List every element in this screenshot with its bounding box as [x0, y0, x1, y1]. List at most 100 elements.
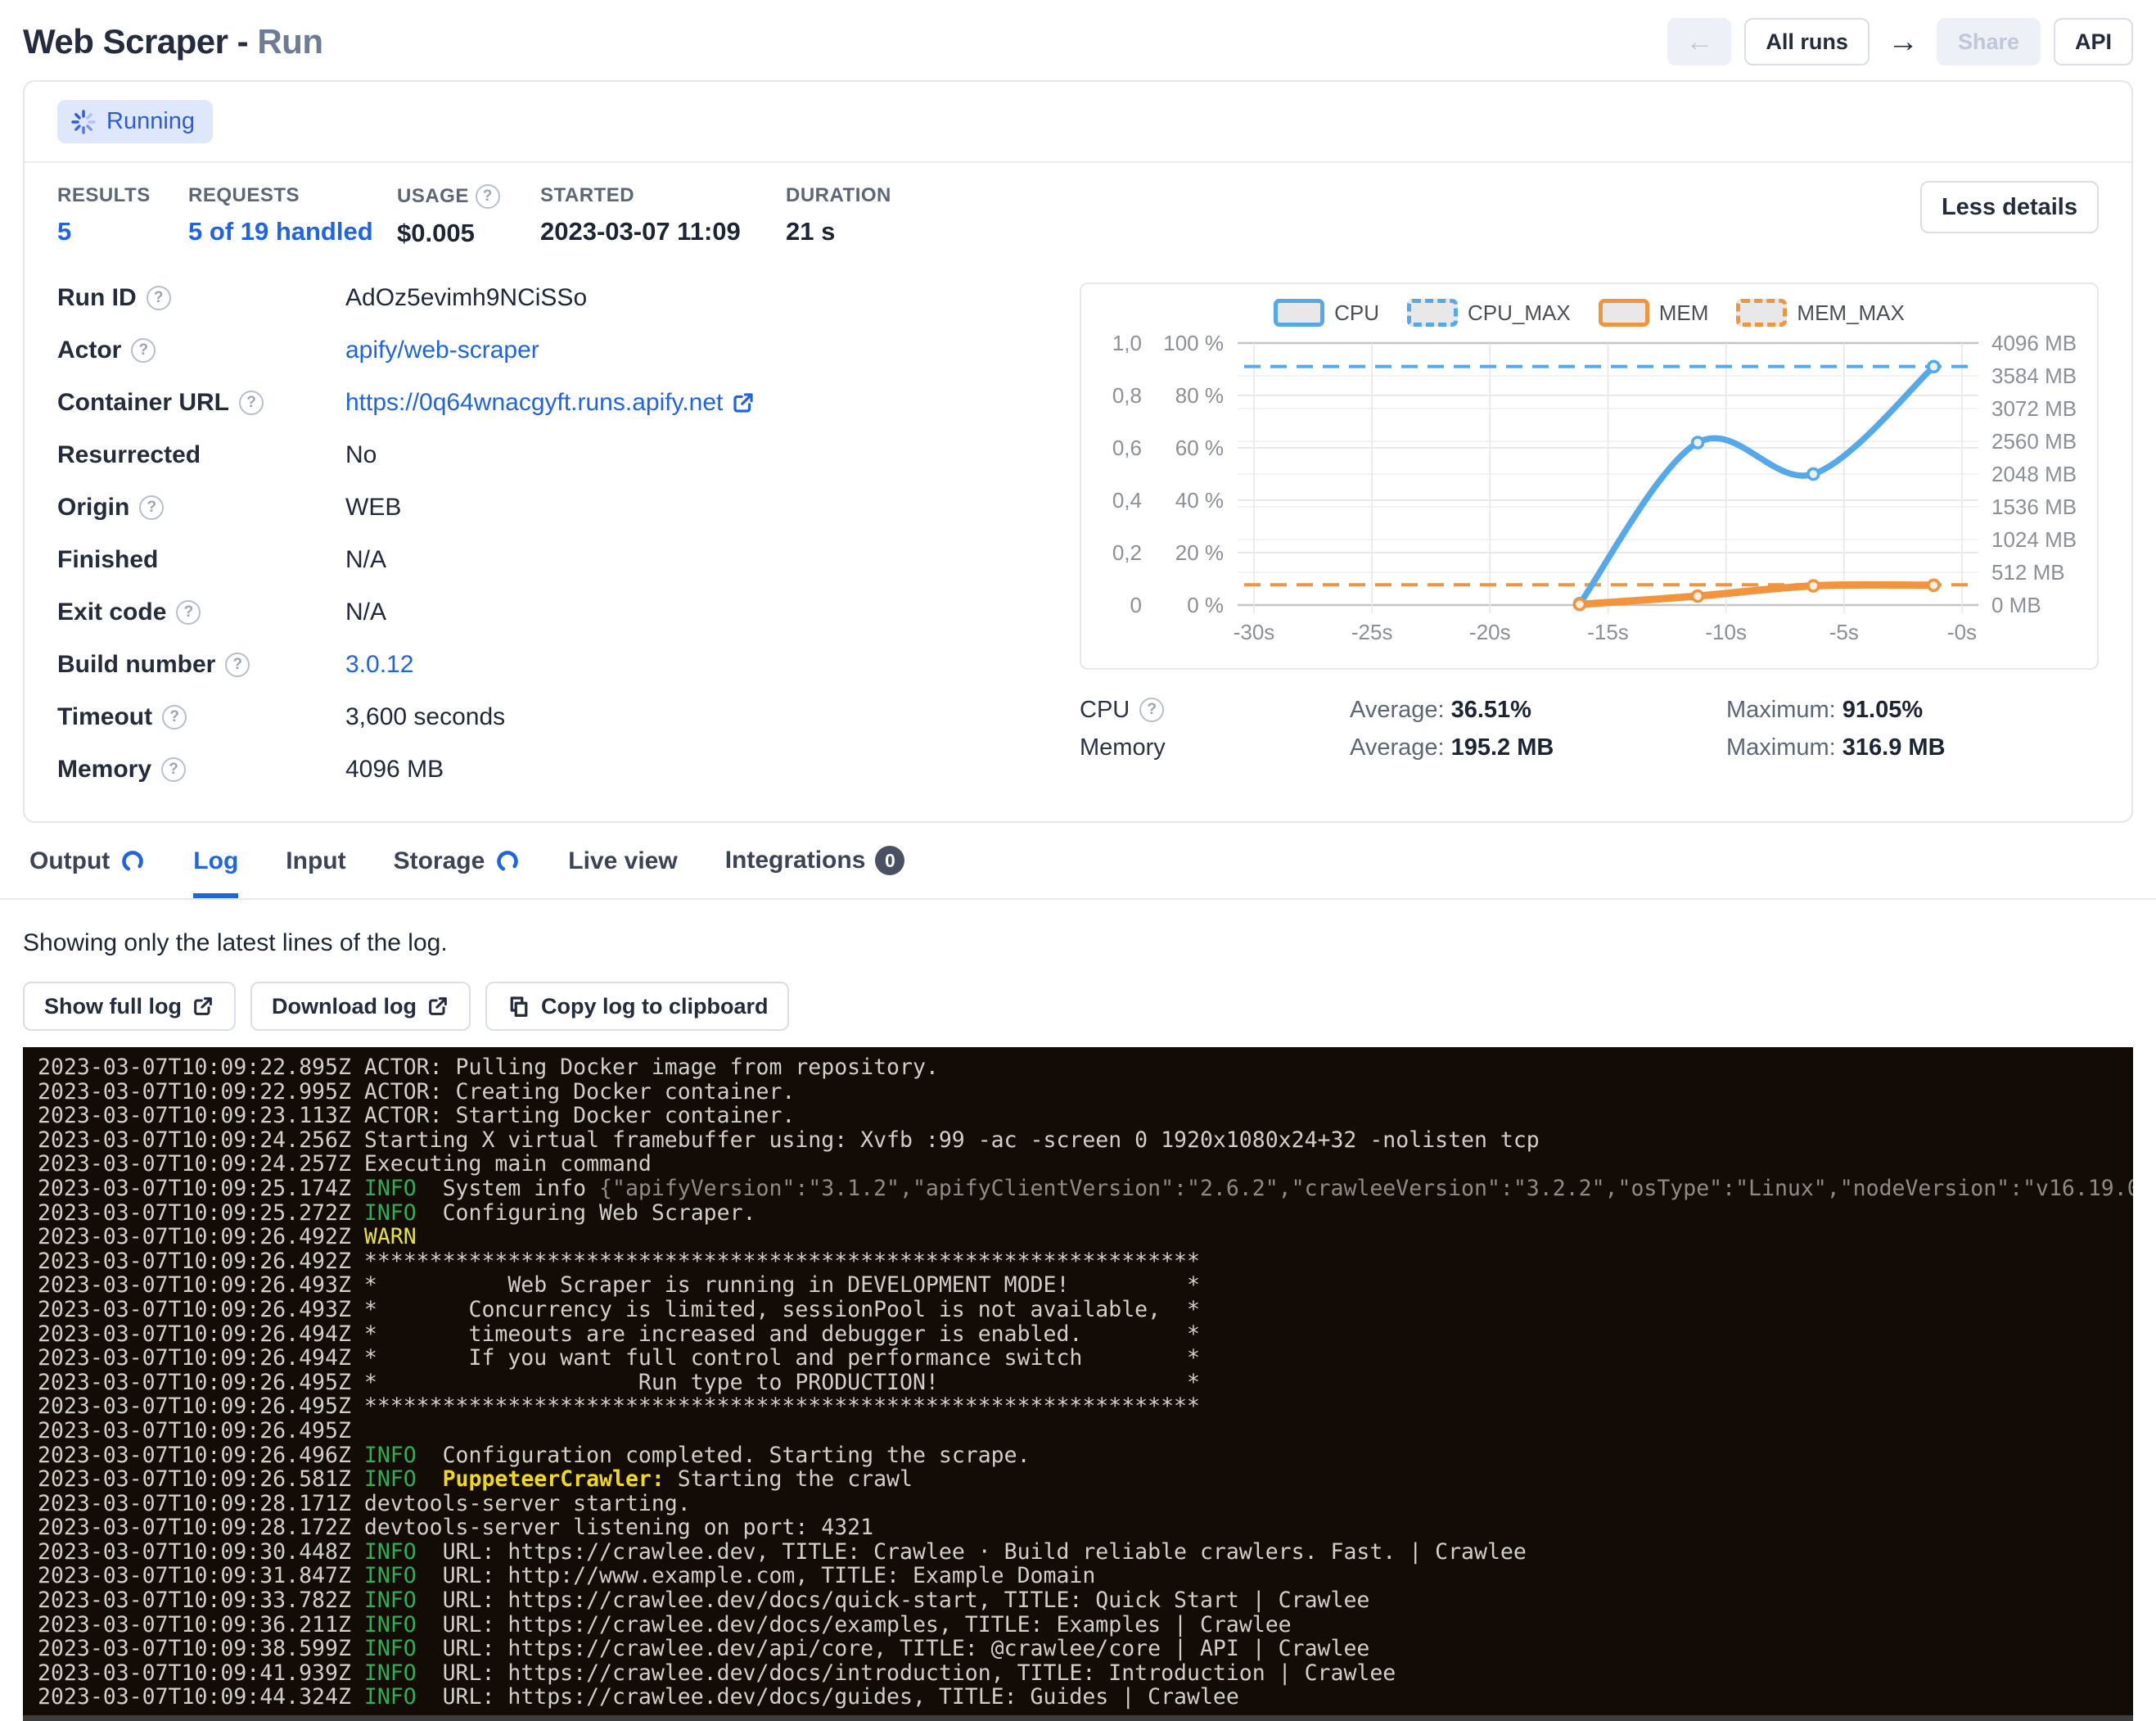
log-timestamp: 2023-03-07T10:09:26.492Z: [38, 1224, 364, 1249]
help-icon[interactable]: [162, 705, 187, 730]
detail-label-memory: Memory: [57, 754, 345, 785]
tab-storage[interactable]: Storage: [394, 847, 521, 898]
detail-link[interactable]: apify/web-scraper: [345, 337, 539, 364]
log-button-show-full-log[interactable]: Show full log: [23, 982, 236, 1031]
less-details-button[interactable]: Less details: [1920, 181, 2099, 233]
log-text: ****************************************…: [364, 1249, 1200, 1274]
stat-value: $0.005: [397, 219, 540, 248]
log-line: 2023-03-07T10:09:30.448Z INFO URL: https…: [38, 1540, 2133, 1565]
log-line: 2023-03-07T10:09:28.171Z devtools-server…: [38, 1492, 2133, 1516]
legend-label: MEM_MAX: [1797, 300, 1904, 326]
log-line: 2023-03-07T10:09:25.272Z INFO Configurin…: [38, 1201, 2133, 1226]
tab-live-view[interactable]: Live view: [568, 847, 677, 898]
tab-log[interactable]: Log: [193, 847, 238, 898]
stat-value[interactable]: 5 of 19 handled: [188, 217, 397, 246]
legend-label: CPU_MAX: [1468, 300, 1571, 326]
log-line: 2023-03-07T10:09:36.211Z INFO URL: https…: [38, 1613, 2133, 1637]
detail-label-text: Run ID: [57, 284, 137, 312]
stat-label: USAGE: [397, 184, 540, 209]
svg-text:1536 MB: 1536 MB: [1991, 495, 2077, 519]
tab-label: Input: [286, 847, 345, 875]
svg-text:1024 MB: 1024 MB: [1991, 527, 2077, 552]
next-run-button[interactable]: →: [1883, 25, 1924, 60]
svg-text:-30s: -30s: [1234, 620, 1275, 644]
top-navigation: ← All runs → Share API: [1667, 18, 2133, 65]
detail-label-text: Finished: [57, 546, 158, 574]
detail-label-text: Actor: [57, 337, 121, 364]
loading-spinner-icon: [494, 848, 521, 874]
detail-value-exit-code: N/A: [345, 597, 1055, 628]
svg-text:0,4: 0,4: [1112, 488, 1142, 513]
stat-value[interactable]: 5: [57, 217, 188, 246]
log-text: ACTOR: Creating Docker container.: [364, 1079, 796, 1104]
svg-text:20 %: 20 %: [1175, 540, 1224, 565]
log-button-download-log[interactable]: Download log: [250, 982, 471, 1031]
run-tabs: Output Log Input Storage Live view Integratio…: [0, 823, 2156, 900]
resource-average: Average: 36.51%: [1350, 697, 1726, 724]
log-line: 2023-03-07T10:09:26.492Z ***************…: [38, 1249, 2133, 1274]
svg-text:3072 MB: 3072 MB: [1991, 396, 2077, 421]
stat-requests: REQUESTS5 of 19 handled: [188, 184, 397, 246]
log-timestamp: 2023-03-07T10:09:44.324Z: [38, 1684, 364, 1710]
log-timestamp: 2023-03-07T10:09:36.211Z: [38, 1612, 364, 1637]
previous-run-button[interactable]: ←: [1667, 18, 1731, 65]
help-icon[interactable]: [476, 184, 500, 209]
stat-label-text: STARTED: [540, 184, 634, 207]
log-timestamp: 2023-03-07T10:09:41.939Z: [38, 1660, 364, 1686]
help-icon[interactable]: [239, 391, 264, 415]
log-line: 2023-03-07T10:09:41.939Z INFO URL: https…: [38, 1661, 2133, 1686]
log-timestamp: 2023-03-07T10:09:22.895Z: [38, 1055, 364, 1080]
detail-link[interactable]: 3.0.12: [345, 651, 413, 679]
tab-label: Storage: [394, 847, 485, 875]
help-icon[interactable]: [131, 338, 156, 363]
help-icon[interactable]: [139, 495, 164, 520]
detail-label-origin: Origin: [57, 492, 345, 523]
detail-link[interactable]: https://0q64wnacgyft.runs.apify.net: [345, 389, 723, 417]
svg-text:512 MB: 512 MB: [1991, 560, 2065, 585]
tab-label: Output: [29, 847, 110, 875]
resource-usage-chart: -30s-25s-20s-15s-10s-5s-0s1,00,80,60,40,…: [1094, 330, 2084, 663]
stat-usage: USAGE $0.005: [397, 184, 540, 248]
log-timestamp: 2023-03-07T10:09:26.494Z: [38, 1321, 364, 1347]
log-text: URL: https://crawlee.dev/docs/introducti…: [443, 1660, 1396, 1686]
log-button-label: Show full log: [44, 994, 182, 1019]
help-icon[interactable]: [161, 757, 186, 782]
log-text: Executing main command: [364, 1151, 652, 1177]
resource-summary-row-cpu: CPUAverage: 36.51%Maximum: 91.05%: [1080, 691, 2099, 729]
external-link-icon: [731, 391, 756, 415]
detail-label-text: Timeout: [57, 703, 152, 731]
log-button-copy-log-to-clipboard[interactable]: Copy log to clipboard: [485, 982, 790, 1031]
share-button[interactable]: Share: [1937, 18, 2041, 65]
log-line: 2023-03-07T10:09:24.256Z Starting X virt…: [38, 1128, 2133, 1153]
help-icon[interactable]: [147, 286, 171, 310]
log-level-info: INFO: [364, 1612, 443, 1637]
log-line: 2023-03-07T10:09:23.113Z ACTOR: Starting…: [38, 1104, 2133, 1128]
svg-text:-20s: -20s: [1469, 620, 1511, 644]
log-level-info: INFO: [364, 1563, 443, 1588]
svg-text:100 %: 100 %: [1163, 331, 1224, 355]
tab-output[interactable]: Output: [29, 847, 146, 898]
log-timestamp: 2023-03-07T10:09:25.174Z: [38, 1176, 364, 1201]
log-text: Starting X virtual framebuffer using: Xv…: [364, 1127, 1540, 1153]
help-icon[interactable]: [176, 600, 201, 625]
stat-label-text: RESULTS: [57, 184, 151, 207]
log-text: devtools-server listening on port: 4321: [364, 1515, 873, 1540]
help-icon[interactable]: [225, 653, 250, 677]
log-line: 2023-03-07T10:09:31.847Z INFO URL: http:…: [38, 1564, 2133, 1588]
all-runs-button[interactable]: All runs: [1744, 18, 1870, 65]
log-level-info: INFO: [364, 1466, 443, 1492]
detail-value-actor: apify/web-scraper: [345, 335, 1055, 366]
log-line: 2023-03-07T10:09:26.494Z * timeouts are …: [38, 1322, 2133, 1347]
tab-input[interactable]: Input: [286, 847, 345, 898]
log-line: 2023-03-07T10:09:26.492Z WARN: [38, 1225, 2133, 1249]
log-text: URL: https://crawlee.dev/docs/guides, TI…: [443, 1684, 1239, 1710]
log-line: 2023-03-07T10:09:26.581Z INFO PuppeteerC…: [38, 1467, 2133, 1492]
tab-integrations[interactable]: Integrations0: [725, 846, 905, 898]
log-horizontal-scrollbar[interactable]: [23, 1715, 2133, 1721]
resource-summary: CPUAverage: 36.51%Maximum: 91.05%MemoryA…: [1080, 691, 2099, 766]
log-level-info: INFO: [364, 1684, 443, 1710]
log-output[interactable]: 2023-03-07T10:09:22.895Z ACTOR: Pulling …: [23, 1047, 2133, 1715]
api-button[interactable]: API: [2054, 18, 2133, 65]
detail-label-exit-code: Exit code: [57, 597, 345, 628]
help-icon[interactable]: [1139, 698, 1164, 722]
